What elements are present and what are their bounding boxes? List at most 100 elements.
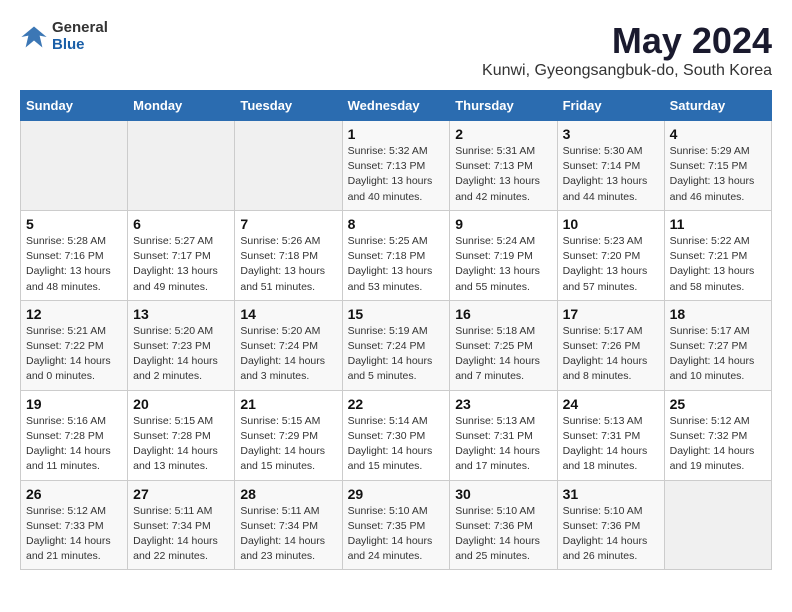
day-number: 22 <box>348 396 445 412</box>
day-number: 2 <box>455 126 551 142</box>
title-section: May 2024 Kunwi, Gyeongsangbuk-do, South … <box>482 20 772 80</box>
day-info: Sunrise: 5:32 AMSunset: 7:13 PMDaylight:… <box>348 144 445 205</box>
day-number: 9 <box>455 216 551 232</box>
logo: General Blue <box>20 20 108 53</box>
day-number: 10 <box>563 216 659 232</box>
day-cell: 20 Sunrise: 5:15 AMSunset: 7:28 PMDayligh… <box>128 390 235 480</box>
day-cell: 8 Sunrise: 5:25 AMSunset: 7:18 PMDaylight… <box>342 210 450 300</box>
day-number: 23 <box>455 396 551 412</box>
logo-blue-text: Blue <box>52 37 108 54</box>
day-info: Sunrise: 5:20 AMSunset: 7:23 PMDaylight:… <box>133 324 229 385</box>
day-number: 20 <box>133 396 229 412</box>
day-number: 6 <box>133 216 229 232</box>
day-number: 4 <box>670 126 766 142</box>
day-number: 31 <box>563 486 659 502</box>
day-info: Sunrise: 5:28 AMSunset: 7:16 PMDaylight:… <box>26 234 122 295</box>
logo-general-text: General <box>52 20 108 37</box>
day-cell: 12 Sunrise: 5:21 AMSunset: 7:22 PMDayligh… <box>21 300 128 390</box>
weekday-header-friday: Friday <box>557 91 664 121</box>
location-title: Kunwi, Gyeongsangbuk-do, South Korea <box>482 62 772 80</box>
day-number: 19 <box>26 396 122 412</box>
week-row-1: 1 Sunrise: 5:32 AMSunset: 7:13 PMDaylight… <box>21 121 772 211</box>
day-cell: 24Sunrise: 5:13 AMSunset: 7:31 PMDayligh… <box>557 390 664 480</box>
day-info: Sunrise: 5:18 AMSunset: 7:25 PMDaylight:… <box>455 324 551 385</box>
day-info: Sunrise: 5:26 AMSunset: 7:18 PMDaylight:… <box>240 234 336 295</box>
day-cell: 2 Sunrise: 5:31 AMSunset: 7:13 PMDaylight… <box>450 121 557 211</box>
day-cell: 13 Sunrise: 5:20 AMSunset: 7:23 PMDayligh… <box>128 300 235 390</box>
weekday-header-saturday: Saturday <box>664 91 771 121</box>
day-number: 12 <box>26 306 122 322</box>
day-cell: 25 Sunrise: 5:12 AMSunset: 7:32 PMDayligh… <box>664 390 771 480</box>
week-row-2: 5 Sunrise: 5:28 AMSunset: 7:16 PMDaylight… <box>21 210 772 300</box>
day-cell: 7 Sunrise: 5:26 AMSunset: 7:18 PMDaylight… <box>235 210 342 300</box>
day-info: Sunrise: 5:11 AMSunset: 7:34 PMDaylight:… <box>133 504 229 565</box>
calendar-table: SundayMondayTuesdayWednesdayThursdayFrid… <box>20 90 772 570</box>
day-cell: 1 Sunrise: 5:32 AMSunset: 7:13 PMDaylight… <box>342 121 450 211</box>
weekday-header-tuesday: Tuesday <box>235 91 342 121</box>
day-number: 25 <box>670 396 766 412</box>
weekday-header-wednesday: Wednesday <box>342 91 450 121</box>
day-info: Sunrise: 5:10 AMSunset: 7:36 PMDaylight:… <box>563 504 659 565</box>
day-cell <box>664 480 771 570</box>
day-number: 13 <box>133 306 229 322</box>
day-cell: 16 Sunrise: 5:18 AMSunset: 7:25 PMDayligh… <box>450 300 557 390</box>
week-row-3: 12 Sunrise: 5:21 AMSunset: 7:22 PMDayligh… <box>21 300 772 390</box>
day-cell: 11Sunrise: 5:22 AMSunset: 7:21 PMDayligh… <box>664 210 771 300</box>
day-cell: 29Sunrise: 5:10 AMSunset: 7:35 PMDayligh… <box>342 480 450 570</box>
day-cell: 6 Sunrise: 5:27 AMSunset: 7:17 PMDaylight… <box>128 210 235 300</box>
day-info: Sunrise: 5:17 AMSunset: 7:26 PMDaylight:… <box>563 324 659 385</box>
day-info: Sunrise: 5:17 AMSunset: 7:27 PMDaylight:… <box>670 324 766 385</box>
day-cell: 21 Sunrise: 5:15 AMSunset: 7:29 PMDayligh… <box>235 390 342 480</box>
day-cell: 9Sunrise: 5:24 AMSunset: 7:19 PMDaylight… <box>450 210 557 300</box>
day-info: Sunrise: 5:15 AMSunset: 7:28 PMDaylight:… <box>133 414 229 475</box>
day-info: Sunrise: 5:27 AMSunset: 7:17 PMDaylight:… <box>133 234 229 295</box>
day-number: 14 <box>240 306 336 322</box>
day-info: Sunrise: 5:19 AMSunset: 7:24 PMDaylight:… <box>348 324 445 385</box>
day-number: 29 <box>348 486 445 502</box>
day-cell: 17Sunrise: 5:17 AMSunset: 7:26 PMDayligh… <box>557 300 664 390</box>
day-number: 7 <box>240 216 336 232</box>
day-cell <box>128 121 235 211</box>
day-number: 5 <box>26 216 122 232</box>
day-info: Sunrise: 5:13 AMSunset: 7:31 PMDaylight:… <box>455 414 551 475</box>
day-number: 16 <box>455 306 551 322</box>
day-info: Sunrise: 5:31 AMSunset: 7:13 PMDaylight:… <box>455 144 551 205</box>
day-cell: 4 Sunrise: 5:29 AMSunset: 7:15 PMDaylight… <box>664 121 771 211</box>
day-cell: 15Sunrise: 5:19 AMSunset: 7:24 PMDayligh… <box>342 300 450 390</box>
day-number: 21 <box>240 396 336 412</box>
day-cell <box>235 121 342 211</box>
logo-bird-icon <box>20 23 48 51</box>
day-number: 30 <box>455 486 551 502</box>
day-number: 1 <box>348 126 445 142</box>
weekday-header-thursday: Thursday <box>450 91 557 121</box>
day-info: Sunrise: 5:30 AMSunset: 7:14 PMDaylight:… <box>563 144 659 205</box>
day-cell: 14Sunrise: 5:20 AMSunset: 7:24 PMDayligh… <box>235 300 342 390</box>
day-info: Sunrise: 5:12 AMSunset: 7:32 PMDaylight:… <box>670 414 766 475</box>
day-info: Sunrise: 5:23 AMSunset: 7:20 PMDaylight:… <box>563 234 659 295</box>
day-info: Sunrise: 5:13 AMSunset: 7:31 PMDaylight:… <box>563 414 659 475</box>
day-cell: 18 Sunrise: 5:17 AMSunset: 7:27 PMDayligh… <box>664 300 771 390</box>
day-info: Sunrise: 5:11 AMSunset: 7:34 PMDaylight:… <box>240 504 336 565</box>
day-cell: 30Sunrise: 5:10 AMSunset: 7:36 PMDayligh… <box>450 480 557 570</box>
day-cell: 31 Sunrise: 5:10 AMSunset: 7:36 PMDayligh… <box>557 480 664 570</box>
day-cell: 26Sunrise: 5:12 AMSunset: 7:33 PMDayligh… <box>21 480 128 570</box>
week-row-4: 19Sunrise: 5:16 AMSunset: 7:28 PMDayligh… <box>21 390 772 480</box>
day-cell: 27Sunrise: 5:11 AMSunset: 7:34 PMDayligh… <box>128 480 235 570</box>
month-title: May 2024 <box>482 20 772 62</box>
day-number: 3 <box>563 126 659 142</box>
day-cell: 5 Sunrise: 5:28 AMSunset: 7:16 PMDaylight… <box>21 210 128 300</box>
day-number: 18 <box>670 306 766 322</box>
day-info: Sunrise: 5:25 AMSunset: 7:18 PMDaylight:… <box>348 234 445 295</box>
week-row-5: 26Sunrise: 5:12 AMSunset: 7:33 PMDayligh… <box>21 480 772 570</box>
day-number: 26 <box>26 486 122 502</box>
day-number: 28 <box>240 486 336 502</box>
day-number: 8 <box>348 216 445 232</box>
day-info: Sunrise: 5:21 AMSunset: 7:22 PMDaylight:… <box>26 324 122 385</box>
day-number: 11 <box>670 216 766 232</box>
weekday-header-monday: Monday <box>128 91 235 121</box>
day-info: Sunrise: 5:15 AMSunset: 7:29 PMDaylight:… <box>240 414 336 475</box>
day-cell: 22 Sunrise: 5:14 AMSunset: 7:30 PMDayligh… <box>342 390 450 480</box>
day-info: Sunrise: 5:29 AMSunset: 7:15 PMDaylight:… <box>670 144 766 205</box>
day-cell <box>21 121 128 211</box>
day-info: Sunrise: 5:14 AMSunset: 7:30 PMDaylight:… <box>348 414 445 475</box>
